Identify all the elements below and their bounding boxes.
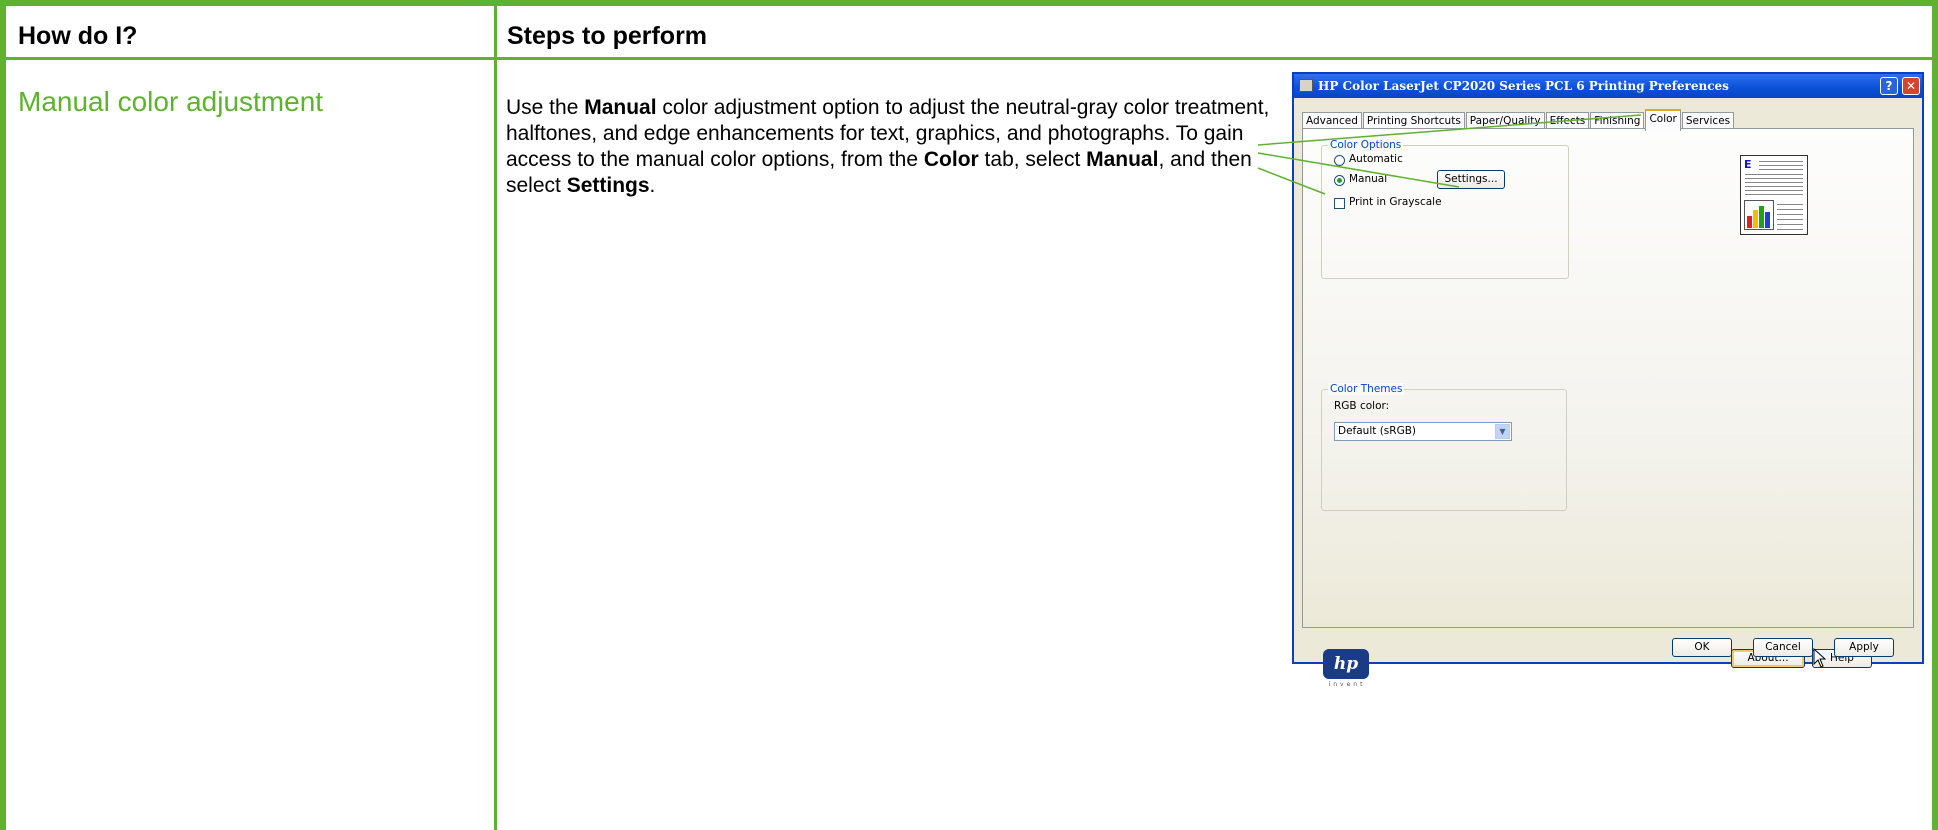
tab-services[interactable]: Services xyxy=(1681,112,1735,129)
grayscale-checkbox[interactable] xyxy=(1334,198,1345,209)
grayscale-label: Print in Grayscale xyxy=(1349,196,1442,208)
rgb-color-select[interactable]: Default (sRGB) ▼ xyxy=(1334,422,1512,441)
column-header-how: How do I? xyxy=(18,22,138,50)
color-tab-panel: Color Options Automatic Manual Settings.… xyxy=(1302,128,1914,688)
preview-line xyxy=(1777,214,1803,215)
preview-text-glyph: E xyxy=(1744,158,1752,171)
color-options-group: Color Options Automatic Manual Settings.… xyxy=(1321,139,1569,279)
header-divider xyxy=(0,57,1938,60)
apply-button[interactable]: Apply xyxy=(1834,638,1894,657)
preview-bar-green xyxy=(1759,206,1764,228)
settings-button[interactable]: Settings... xyxy=(1437,170,1505,189)
tab-advanced[interactable]: Advanced xyxy=(1302,112,1362,129)
rgb-color-label: RGB color: xyxy=(1334,400,1390,412)
column-divider xyxy=(494,6,497,830)
cancel-button[interactable]: Cancel xyxy=(1753,638,1813,657)
tab-color[interactable]: Color xyxy=(1645,109,1681,131)
manual-label: Manual xyxy=(1349,173,1388,185)
preview-line xyxy=(1759,169,1803,170)
hp-logo-tagline: invent xyxy=(1328,681,1366,688)
dialog-title: HP Color LaserJet CP2020 Series PCL 6 Pr… xyxy=(1318,79,1729,93)
close-icon[interactable]: ✕ xyxy=(1902,77,1920,95)
preview-line xyxy=(1745,178,1803,179)
manual-radio[interactable] xyxy=(1334,175,1345,186)
preview-bar-blue xyxy=(1765,212,1770,228)
preview-line xyxy=(1745,174,1803,175)
preview-line xyxy=(1777,209,1803,210)
preview-line xyxy=(1745,190,1803,191)
column-header-steps: Steps to perform xyxy=(507,22,708,50)
preview-bar-red xyxy=(1747,216,1752,228)
preview-line xyxy=(1777,204,1803,205)
steps-paragraph: Use the Manual color adjustment option t… xyxy=(506,96,1270,197)
preview-line xyxy=(1745,182,1803,183)
preview-line xyxy=(1777,224,1803,225)
page-preview-image: E xyxy=(1740,155,1808,235)
color-themes-label: Color Themes xyxy=(1328,383,1405,395)
rgb-color-value: Default (sRGB) xyxy=(1338,425,1417,437)
hp-logo-mark: hp xyxy=(1323,649,1369,679)
preview-line xyxy=(1777,229,1803,230)
color-themes-group: Color Themes RGB color: Default (sRGB) ▼ xyxy=(1321,383,1567,511)
ok-button[interactable]: OK xyxy=(1672,638,1732,657)
help-icon[interactable]: ? xyxy=(1880,77,1898,95)
chevron-down-icon[interactable]: ▼ xyxy=(1495,424,1510,439)
topic-title: Manual color adjustment xyxy=(18,86,324,117)
hp-logo: hp invent xyxy=(1323,649,1371,688)
printer-icon xyxy=(1299,79,1313,92)
preview-line xyxy=(1745,186,1803,187)
tab-printing-shortcuts[interactable]: Printing Shortcuts xyxy=(1362,112,1465,129)
preview-bar-yellow xyxy=(1753,210,1758,228)
tab-strip: Advanced Printing Shortcuts Paper/Qualit… xyxy=(1302,109,1735,131)
preview-line xyxy=(1759,161,1803,162)
preview-line xyxy=(1777,219,1803,220)
preview-line xyxy=(1759,165,1803,166)
preview-line xyxy=(1745,194,1803,195)
tab-finishing[interactable]: Finishing xyxy=(1590,112,1645,129)
automatic-label: Automatic xyxy=(1349,153,1403,165)
printing-preferences-dialog: HP Color LaserJet CP2020 Series PCL 6 Pr… xyxy=(1292,72,1924,688)
automatic-radio[interactable] xyxy=(1334,155,1345,166)
color-options-label: Color Options xyxy=(1328,139,1404,151)
tab-effects[interactable]: Effects xyxy=(1545,112,1590,129)
tab-paper-quality[interactable]: Paper/Quality xyxy=(1465,112,1545,129)
dialog-titlebar: HP Color LaserJet CP2020 Series PCL 6 Pr… xyxy=(1294,74,1922,98)
mouse-cursor-icon xyxy=(1813,648,1827,668)
preview-chart-icon xyxy=(1744,200,1774,230)
